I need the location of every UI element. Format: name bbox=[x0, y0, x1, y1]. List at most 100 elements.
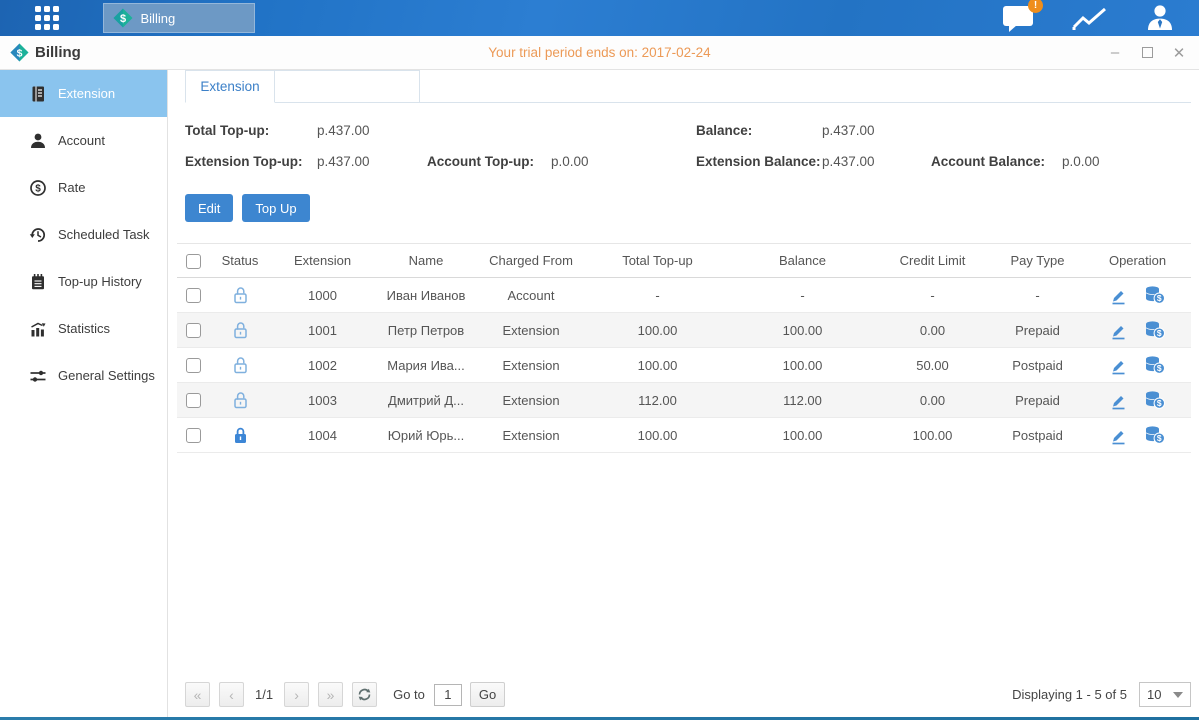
user-icon[interactable] bbox=[1145, 3, 1175, 33]
top-up-extension-icon[interactable]: $ bbox=[1144, 390, 1166, 410]
page-indicator: 1/1 bbox=[255, 687, 273, 702]
row-checkbox[interactable] bbox=[186, 428, 201, 443]
person-icon bbox=[29, 132, 47, 150]
edit-extension-icon[interactable] bbox=[1109, 426, 1128, 445]
top-up-extension-icon[interactable]: $ bbox=[1144, 285, 1166, 305]
name-cell: Петр Петров bbox=[375, 323, 477, 338]
sidebar-item-top-up-history[interactable]: Top-up History bbox=[0, 258, 167, 305]
total-top-up-cell: 100.00 bbox=[585, 323, 730, 338]
clock-history-icon bbox=[29, 226, 47, 244]
goto-label: Go to bbox=[393, 687, 425, 702]
svg-text:$: $ bbox=[1157, 363, 1162, 373]
top-up-button[interactable]: Top Up bbox=[242, 194, 309, 222]
column-header: Balance bbox=[730, 253, 875, 268]
lock-open-icon bbox=[210, 356, 270, 374]
go-button[interactable]: Go bbox=[470, 682, 505, 707]
table-row: 1001Петр ПетровExtension100.00100.000.00… bbox=[177, 313, 1191, 348]
name-cell: Юрий Юрь... bbox=[375, 428, 477, 443]
svg-text:$: $ bbox=[35, 183, 41, 194]
page-size-value: 10 bbox=[1147, 687, 1173, 702]
row-checkbox[interactable] bbox=[186, 288, 201, 303]
displaying-info: Displaying 1 - 5 of 5 bbox=[1012, 687, 1127, 702]
table-row: 1000Иван ИвановAccount----$ bbox=[177, 278, 1191, 313]
credit-limit-cell: 0.00 bbox=[875, 323, 990, 338]
prev-page-button[interactable]: ‹ bbox=[219, 682, 244, 707]
sidebar-item-label: Scheduled Task bbox=[58, 227, 150, 242]
charged-from-cell: Extension bbox=[477, 428, 585, 443]
dollar-circle-icon: $ bbox=[29, 179, 47, 197]
goto-page-input[interactable] bbox=[434, 684, 462, 706]
tab-strip: Extension bbox=[185, 70, 1191, 103]
billing-app-tab-label: Billing bbox=[141, 11, 176, 26]
sidebar-item-label: Statistics bbox=[58, 321, 110, 336]
extension-cell: 1002 bbox=[270, 358, 375, 373]
table-row: 1003Дмитрий Д...Extension112.00112.000.0… bbox=[177, 383, 1191, 418]
credit-limit-cell: 50.00 bbox=[875, 358, 990, 373]
sidebar-item-extension[interactable]: Extension bbox=[0, 70, 167, 117]
notifications-chat-icon[interactable]: ! bbox=[1002, 4, 1035, 33]
sidebar-item-general-settings[interactable]: General Settings bbox=[0, 352, 167, 399]
total-top-up-cell: 100.00 bbox=[585, 358, 730, 373]
tab-extension[interactable]: Extension bbox=[185, 70, 275, 103]
top-up-extension-icon[interactable]: $ bbox=[1144, 355, 1166, 375]
top-up-extension-icon[interactable]: $ bbox=[1144, 425, 1166, 445]
edit-extension-icon[interactable] bbox=[1109, 321, 1128, 340]
billing-app-tab[interactable]: $ Billing bbox=[103, 3, 255, 33]
balance-label: Balance: bbox=[696, 115, 822, 146]
lock-open-icon bbox=[210, 286, 270, 304]
sidebar: Extension Account$Rate Scheduled Task Top-u… bbox=[0, 70, 168, 717]
account-balance-value: p.0.00 bbox=[1062, 146, 1100, 177]
row-checkbox[interactable] bbox=[186, 358, 201, 373]
apps-grid-icon[interactable] bbox=[35, 6, 59, 30]
select-all-checkbox[interactable] bbox=[186, 254, 201, 269]
name-cell: Мария Ива... bbox=[375, 358, 477, 373]
billing-diamond-icon: $ bbox=[113, 8, 133, 28]
charged-from-cell: Extension bbox=[477, 358, 585, 373]
first-page-button[interactable]: « bbox=[185, 682, 210, 707]
chart-icon[interactable] bbox=[1072, 5, 1108, 32]
extension-top-up-value: p.437.00 bbox=[317, 146, 427, 177]
balance-cell: 100.00 bbox=[730, 358, 875, 373]
edit-extension-icon[interactable] bbox=[1109, 391, 1128, 410]
notepad-icon bbox=[29, 273, 47, 291]
refresh-icon[interactable] bbox=[352, 682, 377, 707]
sliders-icon bbox=[29, 367, 47, 385]
lock-open-icon bbox=[210, 321, 270, 339]
sidebar-item-label: General Settings bbox=[58, 368, 155, 383]
sidebar-item-account[interactable]: Account bbox=[0, 117, 167, 164]
sidebar-item-scheduled-task[interactable]: Scheduled Task bbox=[0, 211, 167, 258]
column-header: Credit Limit bbox=[875, 253, 990, 268]
maximize-button[interactable] bbox=[1139, 45, 1155, 61]
edit-extension-icon[interactable] bbox=[1109, 286, 1128, 305]
column-header: Status bbox=[210, 253, 270, 268]
sidebar-item-label: Extension bbox=[58, 86, 115, 101]
account-balance-label: Account Balance: bbox=[931, 146, 1062, 177]
total-top-up-value: p.437.00 bbox=[317, 115, 427, 146]
extension-top-up-label: Extension Top-up: bbox=[185, 146, 317, 177]
top-bar: $ Billing ! bbox=[0, 0, 1199, 36]
total-top-up-cell: 100.00 bbox=[585, 428, 730, 443]
charged-from-cell: Account bbox=[477, 288, 585, 303]
close-button[interactable]: ✕ bbox=[1171, 45, 1187, 61]
extension-balance-label: Extension Balance: bbox=[696, 146, 822, 177]
top-up-extension-icon[interactable]: $ bbox=[1144, 320, 1166, 340]
edit-extension-icon[interactable] bbox=[1109, 356, 1128, 375]
row-checkbox[interactable] bbox=[186, 323, 201, 338]
summary-panel: Total Top-up: p.437.00 Balance: p.437.00… bbox=[185, 115, 1191, 177]
balance-cell: 112.00 bbox=[730, 393, 875, 408]
sidebar-item-statistics[interactable]: Statistics bbox=[0, 305, 167, 352]
sidebar-item-label: Top-up History bbox=[58, 274, 142, 289]
trial-notice: Your trial period ends on: 2017-02-24 bbox=[0, 45, 1199, 60]
ledger-icon bbox=[29, 85, 47, 103]
next-page-button[interactable]: › bbox=[284, 682, 309, 707]
table-row: 1002Мария Ива...Extension100.00100.0050.… bbox=[177, 348, 1191, 383]
pay-type-cell: Prepaid bbox=[990, 393, 1085, 408]
sidebar-item-rate[interactable]: $Rate bbox=[0, 164, 167, 211]
edit-button[interactable]: Edit bbox=[185, 194, 233, 222]
row-checkbox[interactable] bbox=[186, 393, 201, 408]
stats-chart-icon bbox=[29, 320, 47, 338]
minimize-button[interactable]: – bbox=[1107, 45, 1123, 61]
page-size-select[interactable]: 10 bbox=[1139, 682, 1191, 707]
extensions-table: StatusExtensionNameCharged FromTotal Top… bbox=[177, 243, 1191, 453]
last-page-button[interactable]: » bbox=[318, 682, 343, 707]
